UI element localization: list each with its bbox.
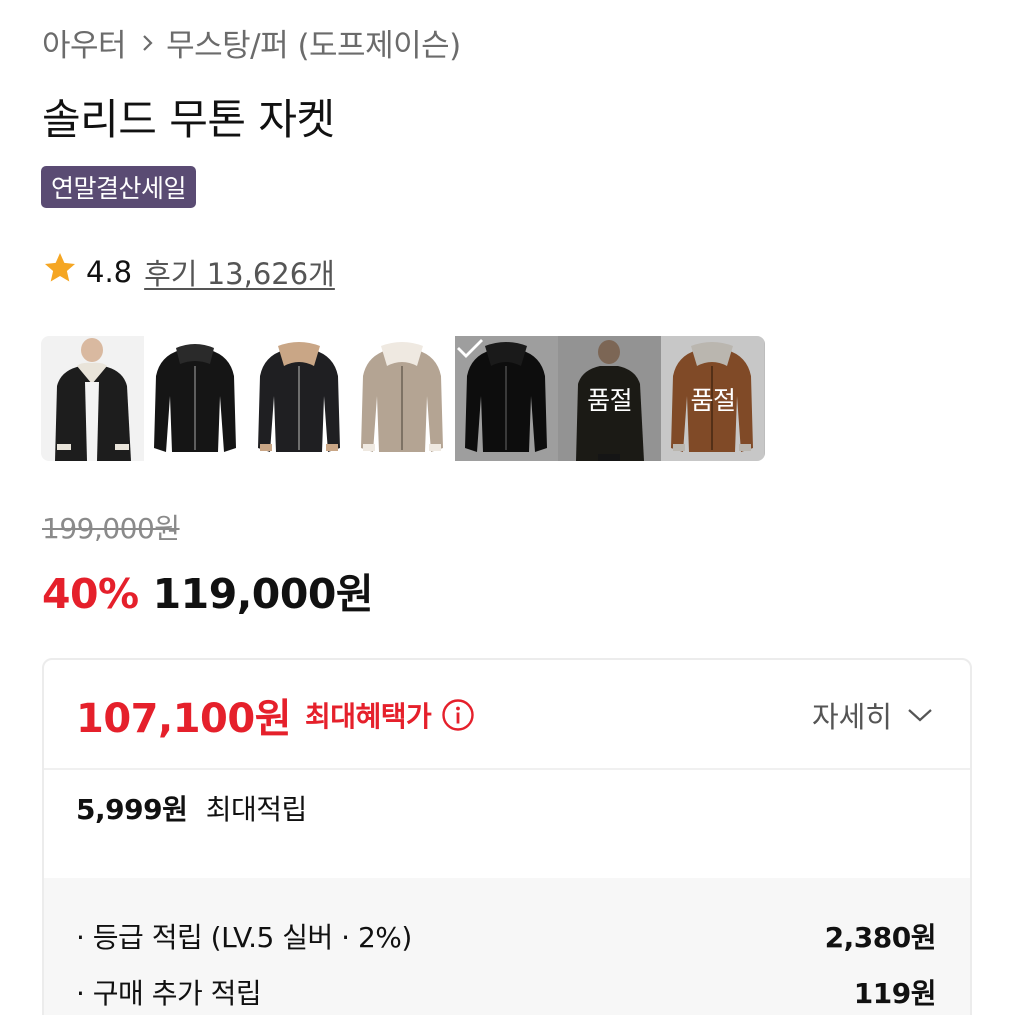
detail-label: 자세히: [811, 700, 892, 734]
points-row-label: · 구매 추가 적립: [76, 977, 262, 1010]
product-title: 솔리드 무톤 자켓: [42, 95, 335, 144]
divider: [44, 768, 970, 770]
detail-toggle-button[interactable]: 자세히: [812, 694, 934, 736]
color-swatch[interactable]: [351, 336, 455, 461]
max-benefit-price: 107,100원: [76, 696, 292, 742]
rating-summary: 4.8 후기 13,626개: [42, 250, 335, 293]
sold-out-label: 품절: [587, 385, 633, 415]
chevron-right-icon: [140, 32, 156, 54]
breadcrumb-category[interactable]: 아우터: [42, 20, 127, 65]
breadcrumb: 아우터 무스탕/퍼 (도프제이슨): [42, 20, 461, 65]
check-icon: [455, 336, 558, 461]
benefit-card: 107,100원 최대혜택가 자세히 5,999원 최대적립 · 등급 적립 (…: [42, 658, 972, 1015]
max-points-value: 5,999원: [76, 793, 188, 826]
max-points-label: 최대적립: [205, 793, 308, 826]
chevron-down-icon: [906, 706, 934, 724]
color-swatch-sold-out[interactable]: 품절: [661, 336, 765, 461]
original-price: 199,000원: [42, 512, 180, 545]
color-swatch[interactable]: [247, 336, 352, 461]
price-row: 40% 119,000원: [42, 560, 374, 620]
sale-price: 119,000원: [152, 570, 374, 618]
color-swatch-selected[interactable]: [454, 336, 558, 461]
max-benefit-label: 최대혜택가: [305, 700, 432, 733]
sold-out-label: 품절: [690, 385, 737, 415]
sale-badge: 연말결산세일: [41, 166, 197, 208]
points-breakdown: · 등급 적립 (LV.5 실버 · 2%) 2,380원 · 구매 추가 적립…: [44, 878, 970, 1015]
color-swatch-sold-out[interactable]: 품절: [557, 336, 662, 461]
star-icon: [42, 250, 78, 293]
color-swatch[interactable]: [144, 336, 248, 461]
points-row-purchase: · 구매 추가 적립 119원: [76, 972, 937, 1012]
points-row-value: 2,380원: [824, 921, 937, 954]
color-swatch-list: 품절 품절: [41, 336, 765, 461]
points-row-value: 119원: [853, 977, 937, 1010]
info-icon[interactable]: [441, 698, 475, 732]
rating-score: 4.8: [86, 254, 133, 289]
color-swatch[interactable]: [41, 336, 145, 461]
reviews-link[interactable]: 후기 13,626개: [144, 251, 335, 293]
points-row-grade: · 등급 적립 (LV.5 실버 · 2%) 2,380원: [76, 916, 937, 956]
discount-rate: 40%: [42, 570, 139, 618]
breadcrumb-subcategory[interactable]: 무스탕/퍼 (도프제이슨): [166, 20, 461, 65]
max-points-row: 5,999원 최대적립: [76, 788, 307, 828]
points-row-label: · 등급 적립 (LV.5 실버 · 2%): [76, 921, 412, 954]
